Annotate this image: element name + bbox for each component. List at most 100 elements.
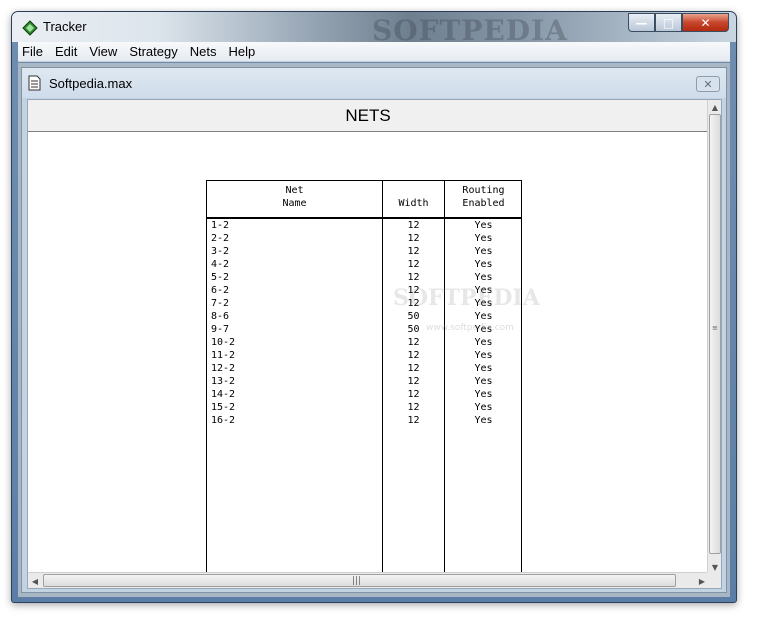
maximize-button[interactable]: □ xyxy=(655,13,682,32)
menu-nets[interactable]: Nets xyxy=(184,42,223,62)
cell-net-name: 9-7 xyxy=(211,324,230,335)
table-row: 12-2 12 Yes xyxy=(207,362,521,375)
table-row: 7-2 12 Yes xyxy=(207,297,521,310)
cell-net-name: 1-2 xyxy=(211,220,230,231)
minimize-button[interactable]: — xyxy=(628,13,655,32)
mdi-area: Softpedia.max ✕ NETS Net Name Width Rout… xyxy=(18,63,730,597)
cell-net-name: 12-2 xyxy=(211,363,236,374)
maximize-icon: □ xyxy=(662,15,675,30)
table-row: 16-2 12 Yes xyxy=(207,414,521,427)
table-row: 1-2 12 Yes xyxy=(207,219,521,232)
document-icon xyxy=(28,75,41,91)
minimize-icon: — xyxy=(635,15,648,30)
title-bar[interactable]: Tracker SOFTPEDIA — □ ✕ xyxy=(12,12,736,47)
cell-routing-enabled: Yes xyxy=(474,350,493,361)
cell-net-name: 10-2 xyxy=(211,337,236,348)
document-title: Softpedia.max xyxy=(49,76,133,91)
header-routing-enabled: Routing Enabled xyxy=(462,185,505,209)
table-row: 4-2 12 Yes xyxy=(207,258,521,271)
tracker-window: Tracker SOFTPEDIA — □ ✕ File Edit View S… xyxy=(11,11,737,603)
cell-routing-enabled: Yes xyxy=(474,246,493,257)
header-net-name: Net Name xyxy=(282,185,307,209)
table-row: 11-2 12 Yes xyxy=(207,349,521,362)
table-body: 1-2 12 Yes 2-2 12 Yes 3-2 12 Yes 4-2 12 Yes 5-2 12 Yes… xyxy=(207,219,521,427)
cell-width: 12 xyxy=(407,259,420,270)
nets-table: Net Name Width Routing Enabled 1-2 12 Yes 2… xyxy=(206,180,522,584)
menu-strategy[interactable]: Strategy xyxy=(123,42,183,62)
table-row: 8-6 50 Yes xyxy=(207,310,521,323)
cell-net-name: 3-2 xyxy=(211,246,230,257)
cell-width: 12 xyxy=(407,337,420,348)
size-grip xyxy=(707,572,721,588)
menu-edit[interactable]: Edit xyxy=(49,42,83,62)
table-row: 2-2 12 Yes xyxy=(207,232,521,245)
grip-icon: ≡ xyxy=(712,324,718,332)
cell-width: 12 xyxy=(407,402,420,413)
vertical-scrollbar[interactable]: ▲ ≡ ▼ xyxy=(707,100,721,574)
horizontal-scroll-thumb[interactable]: ||| xyxy=(43,574,676,587)
table-row: 13-2 12 Yes xyxy=(207,375,521,388)
scroll-left-arrow-icon[interactable]: ◀ xyxy=(28,573,42,588)
cell-routing-enabled: Yes xyxy=(474,311,493,322)
horizontal-scrollbar[interactable]: ◀ ||| ▶ xyxy=(28,572,709,588)
table-row: 15-2 12 Yes xyxy=(207,401,521,414)
cell-width: 12 xyxy=(407,298,420,309)
tracker-app-icon xyxy=(22,20,38,36)
cell-width: 12 xyxy=(407,415,420,426)
close-icon: ✕ xyxy=(703,77,713,91)
cell-routing-enabled: Yes xyxy=(474,233,493,244)
document-client-area: NETS Net Name Width Routing Enabled 1-2 1… xyxy=(27,99,722,589)
cell-net-name: 11-2 xyxy=(211,350,236,361)
cell-net-name: 6-2 xyxy=(211,285,230,296)
document-window: Softpedia.max ✕ NETS Net Name Width Rout… xyxy=(21,67,727,593)
table-row: 5-2 12 Yes xyxy=(207,271,521,284)
menu-help[interactable]: Help xyxy=(222,42,261,62)
cell-routing-enabled: Yes xyxy=(474,337,493,348)
cell-net-name: 16-2 xyxy=(211,415,236,426)
document-close-button[interactable]: ✕ xyxy=(696,76,720,92)
cell-routing-enabled: Yes xyxy=(474,402,493,413)
close-button[interactable]: ✕ xyxy=(682,13,729,32)
cell-net-name: 15-2 xyxy=(211,402,236,413)
cell-net-name: 14-2 xyxy=(211,389,236,400)
table-row: 6-2 12 Yes xyxy=(207,284,521,297)
table-row: 14-2 12 Yes xyxy=(207,388,521,401)
header-width: Width xyxy=(398,198,429,209)
cell-net-name: 5-2 xyxy=(211,272,230,283)
cell-net-name: 4-2 xyxy=(211,259,230,270)
page-heading: NETS xyxy=(28,100,708,132)
cell-width: 12 xyxy=(407,285,420,296)
menu-file[interactable]: File xyxy=(18,42,49,62)
cell-width: 50 xyxy=(407,311,420,322)
grip-icon: ||| xyxy=(352,576,362,586)
cell-routing-enabled: Yes xyxy=(474,285,493,296)
cell-routing-enabled: Yes xyxy=(474,324,493,335)
cell-width: 12 xyxy=(407,246,420,257)
cell-routing-enabled: Yes xyxy=(474,363,493,374)
cell-net-name: 7-2 xyxy=(211,298,230,309)
cell-width: 12 xyxy=(407,389,420,400)
cell-routing-enabled: Yes xyxy=(474,389,493,400)
cell-width: 12 xyxy=(407,376,420,387)
cell-routing-enabled: Yes xyxy=(474,272,493,283)
cell-width: 12 xyxy=(407,350,420,361)
scroll-up-arrow-icon[interactable]: ▲ xyxy=(708,100,721,114)
cell-width: 12 xyxy=(407,220,420,231)
cell-net-name: 2-2 xyxy=(211,233,230,244)
close-icon: ✕ xyxy=(700,15,711,30)
cell-net-name: 13-2 xyxy=(211,376,236,387)
table-row: 3-2 12 Yes xyxy=(207,245,521,258)
cell-width: 12 xyxy=(407,272,420,283)
cell-routing-enabled: Yes xyxy=(474,298,493,309)
vertical-scroll-thumb[interactable]: ≡ xyxy=(709,114,721,554)
window-title: Tracker xyxy=(43,19,87,34)
menu-view[interactable]: View xyxy=(83,42,123,62)
cell-width: 50 xyxy=(407,324,420,335)
table-row: 9-7 50 Yes xyxy=(207,323,521,336)
cell-routing-enabled: Yes xyxy=(474,259,493,270)
cell-routing-enabled: Yes xyxy=(474,415,493,426)
document-title-bar[interactable]: Softpedia.max ✕ xyxy=(22,68,726,98)
cell-routing-enabled: Yes xyxy=(474,220,493,231)
cell-net-name: 8-6 xyxy=(211,311,230,322)
table-row: 10-2 12 Yes xyxy=(207,336,521,349)
